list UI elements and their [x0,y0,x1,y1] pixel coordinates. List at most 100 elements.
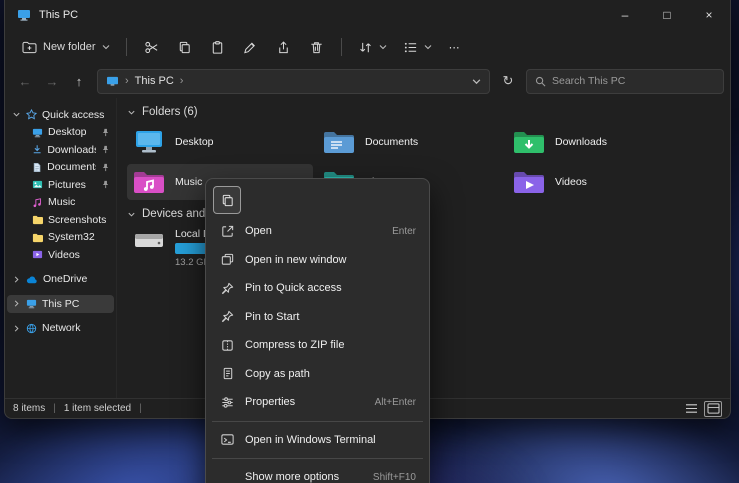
folder-name: Downloads [555,136,607,148]
folders-section-header[interactable]: Folders (6) [127,106,730,118]
menu-item-label: Pin to Quick access [245,282,406,294]
pin-icon [101,180,110,189]
sidebar-item-this-pc[interactable]: This PC [7,295,114,313]
rename-button[interactable] [235,35,266,60]
thumbnails-view-button[interactable] [704,401,722,417]
sidebar-item-downloads[interactable]: Downloads [7,141,114,159]
menu-item-open[interactable]: Open Enter [210,217,425,246]
navigation-pane: Quick access Desktop Downloads Documents [5,98,117,398]
sidebar-item-music[interactable]: Music [7,194,114,212]
sidebar-item-pictures[interactable]: Pictures [7,176,114,194]
sort-button[interactable] [351,35,394,60]
menu-item-open-in-new-window[interactable]: Open in new window [210,246,425,275]
terminal-icon [219,432,235,448]
pin-icon [101,128,110,137]
share-icon [276,40,291,55]
chevron-down-icon[interactable] [472,78,481,85]
folder-tile-videos[interactable]: Videos [507,164,693,200]
menu-item-compress-to-zip[interactable]: Compress to ZIP file [210,331,425,360]
sidebar-item-label: Documents [47,161,96,173]
folder-tile-desktop[interactable]: Desktop [127,124,313,160]
chevron-down-icon [127,108,136,117]
address-bar[interactable]: › This PC › [97,69,490,94]
toolbar-separator [126,38,127,56]
copy-quick-button[interactable] [213,186,241,214]
sidebar-item-label: Pictures [48,179,86,191]
window-title: This PC [39,9,78,21]
sidebar-item-label: Network [42,322,81,334]
sidebar-item-label: This PC [42,298,79,310]
context-menu: Open Enter Open in new window Pin to Qui… [205,178,430,483]
menu-item-label: Open in Windows Terminal [245,434,406,446]
paste-button[interactable] [202,35,233,60]
menu-item-show-more-options[interactable]: Show more options Shift+F10 [210,463,425,483]
desktop: This PC – □ × New folder [0,0,739,483]
share-button[interactable] [268,35,299,60]
menu-item-label: Pin to Start [245,311,406,323]
sidebar-item-screenshots[interactable]: Screenshots [7,211,114,229]
folder-tile-documents[interactable]: Documents [317,124,503,160]
chevron-down-icon [424,44,432,50]
new-folder-button[interactable]: New folder [15,36,117,59]
folder-icon [32,214,43,225]
menu-item-pin-to-quick-access[interactable]: Pin to Quick access [210,274,425,303]
view-button[interactable] [396,35,439,60]
sidebar-item-desktop[interactable]: Desktop [7,124,114,142]
toolbar-separator [341,38,342,56]
sidebar-item-label: Music [48,196,75,208]
documents-folder-icon [323,129,355,155]
maximize-button[interactable]: □ [646,0,688,30]
menu-item-shortcut: Alt+Enter [375,397,416,408]
properties-icon [219,394,235,410]
search-input[interactable] [552,75,715,87]
sidebar-item-quick-access[interactable]: Quick access [7,106,114,124]
cut-icon [144,40,159,55]
delete-button[interactable] [301,35,332,60]
sidebar-item-documents[interactable]: Documents [7,159,114,177]
forward-button[interactable]: → [40,69,64,93]
minimize-button[interactable]: – [604,0,646,30]
details-view-button[interactable] [682,401,700,417]
folder-tile-downloads[interactable]: Downloads [507,124,693,160]
menu-item-copy-as-path[interactable]: Copy as path [210,360,425,389]
refresh-button[interactable]: ↻ [496,69,520,93]
menu-item-open-in-windows-terminal[interactable]: Open in Windows Terminal [210,426,425,455]
videos-icon [32,249,43,260]
menu-item-shortcut: Enter [392,226,416,237]
open-icon [219,223,235,239]
details-view-icon [685,403,698,414]
empty-icon [219,469,235,483]
items-count: 8 items [13,403,45,414]
menu-item-pin-to-start[interactable]: Pin to Start [210,303,425,332]
sort-icon [358,40,373,55]
copy-button[interactable] [169,35,200,60]
download-icon [32,144,42,155]
menu-item-properties[interactable]: Properties Alt+Enter [210,388,425,417]
computer-icon [26,298,37,309]
sidebar-item-system32[interactable]: System32 [7,229,114,247]
status-divider: | [139,403,142,414]
sidebar-item-label: Quick access [42,109,104,121]
menu-item-label: Properties [245,396,365,408]
up-button[interactable]: ↑ [67,69,91,93]
sidebar-item-onedrive[interactable]: OneDrive [7,271,114,289]
search-box[interactable] [526,69,724,94]
breadcrumb-location[interactable]: This PC [135,75,174,87]
close-button[interactable]: × [688,0,730,30]
breadcrumb-separator: › [125,75,129,87]
search-icon [535,76,546,87]
breadcrumb-separator: › [180,75,184,87]
hard-drive-icon [133,228,165,254]
title-bar: This PC – □ × [5,0,730,30]
sidebar-item-label: OneDrive [43,273,87,285]
menu-item-label: Open in new window [245,254,406,266]
see-more-button[interactable]: ⋯ [441,36,468,59]
chevron-right-icon [12,275,21,284]
back-button[interactable]: ← [13,69,37,93]
pin-icon [219,280,235,296]
sidebar-item-network[interactable]: Network [7,320,114,338]
sidebar-item-videos[interactable]: Videos [7,246,114,264]
menu-item-shortcut: Shift+F10 [373,472,416,483]
cut-button[interactable] [136,35,167,60]
pictures-icon [32,179,43,190]
